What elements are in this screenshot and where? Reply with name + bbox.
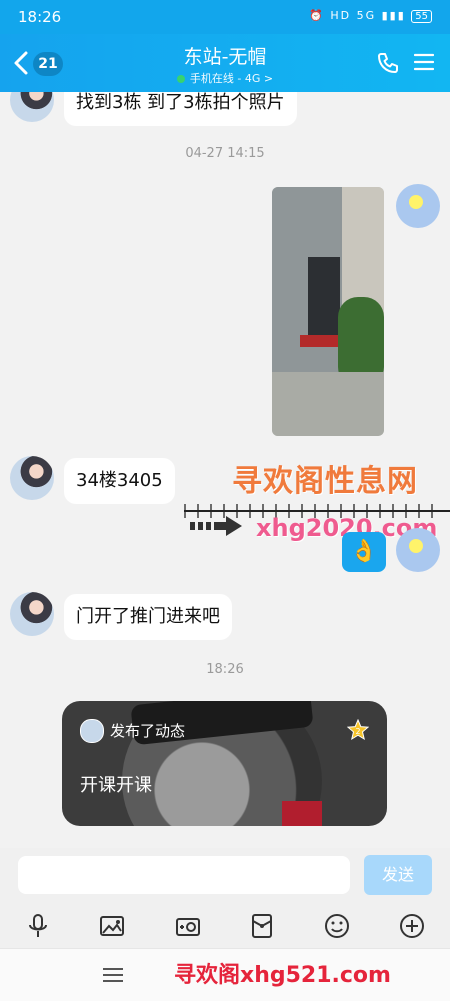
- photo-mat: [300, 335, 340, 347]
- watermark-arrow-icon: [190, 516, 242, 536]
- status-time: 18:26: [18, 8, 62, 26]
- feed-post-card[interactable]: 发布了动态 2 开课开课: [62, 701, 387, 826]
- battery-icon: 55: [411, 10, 432, 23]
- card-image-accent: [282, 801, 322, 826]
- menu-icon[interactable]: [414, 53, 434, 71]
- online-status-text: 手机在线 - 4G >: [189, 72, 274, 85]
- status-icons: ⏰ HD 5G ▮▮▮ 55: [309, 9, 432, 23]
- message-input[interactable]: [18, 856, 350, 894]
- photo-ground: [272, 372, 384, 436]
- microphone-icon[interactable]: [24, 912, 52, 940]
- system-nav-bar: 寻欢阁xhg521.com: [0, 948, 450, 1001]
- contact-avatar[interactable]: [10, 92, 54, 122]
- input-bar: 发送: [0, 848, 450, 904]
- chat-header: 21 东站-无帽 手机在线 - 4G >: [0, 34, 450, 92]
- card-header: 发布了动态: [110, 722, 186, 740]
- camera-icon[interactable]: [174, 912, 202, 940]
- chat-messages[interactable]: 找到3栋 到了3栋拍个照片 04-27 14:15 34楼3405 寻欢阁性息网…: [0, 92, 450, 848]
- message-bubble[interactable]: 找到3栋 到了3栋拍个照片: [64, 92, 297, 126]
- watermark-footer: 寻欢阁xhg521.com: [174, 963, 391, 988]
- watermark-text: 寻欢阁性息网: [232, 464, 418, 499]
- nav-menu-icon[interactable]: [102, 967, 124, 983]
- card-text: 开课开课: [80, 775, 152, 796]
- contact-avatar[interactable]: [10, 456, 54, 500]
- message-timestamp: 04-27 14:15: [185, 146, 265, 161]
- online-dot-icon: [176, 75, 185, 83]
- star-badge-icon: 2: [347, 719, 369, 741]
- phone-icon[interactable]: [376, 51, 400, 75]
- message-timestamp: 18:26: [206, 662, 244, 677]
- add-icon[interactable]: [398, 912, 426, 940]
- emoji-message[interactable]: 👌: [342, 532, 386, 572]
- svg-text:2: 2: [355, 727, 360, 736]
- my-avatar[interactable]: [396, 528, 440, 572]
- input-toolbar: [0, 904, 450, 948]
- contact-avatar[interactable]: [10, 592, 54, 636]
- message-bubble[interactable]: 34楼3405: [64, 458, 175, 504]
- message-bubble[interactable]: 门开了推门进来吧: [64, 594, 232, 640]
- status-icons-text: ⏰ HD 5G ▮▮▮: [309, 9, 406, 22]
- image-icon[interactable]: [98, 912, 126, 940]
- my-avatar[interactable]: [396, 184, 440, 228]
- card-avatar: [80, 719, 104, 743]
- photo-message[interactable]: [272, 187, 384, 436]
- emoji-icon[interactable]: [323, 912, 351, 940]
- watermark-line: [184, 510, 450, 512]
- red-packet-icon[interactable]: [248, 912, 276, 940]
- photo-door: [308, 257, 340, 347]
- status-bar: 18:26 ⏰ HD 5G ▮▮▮ 55: [0, 0, 450, 34]
- send-button[interactable]: 发送: [364, 855, 432, 895]
